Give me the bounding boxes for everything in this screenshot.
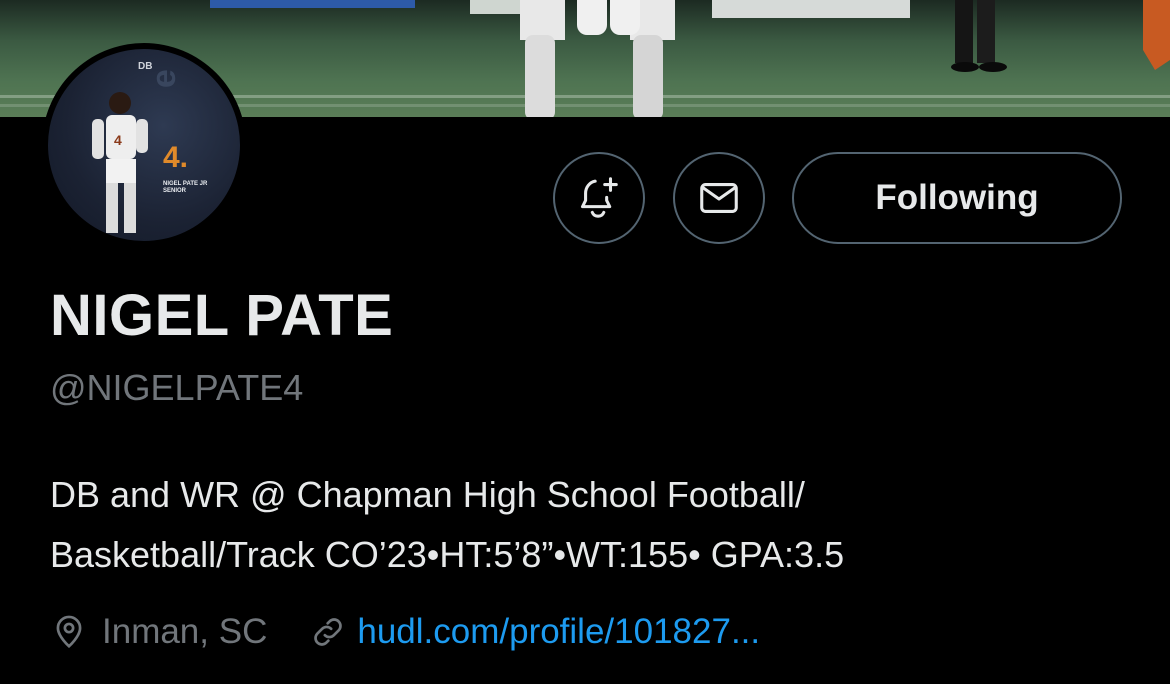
player-figure: [520, 0, 675, 117]
message-button[interactable]: [673, 152, 765, 244]
avatar-caption-class: SENIOR: [163, 188, 187, 194]
banner-board: [210, 0, 415, 8]
profile-avatar[interactable]: ǝ DB 4 4. NIGEL PATE JR SENIOR: [42, 43, 246, 247]
bell-plus-icon: [580, 177, 618, 218]
profile-name: NIGEL PATE: [50, 283, 394, 348]
banner-board: [712, 0, 910, 18]
envelope-icon: [700, 183, 738, 213]
map-pin-icon: [50, 613, 88, 651]
avatar-player: 4: [92, 92, 148, 233]
bio-line: Basketball/Track CO’23•HT:5’8”•WT:155• G…: [50, 534, 845, 575]
avatar-number: 4.: [163, 141, 189, 174]
profile-handle: @NIGELPATE4: [50, 367, 304, 408]
profile-website-link[interactable]: hudl.com/profile/101827...: [357, 612, 760, 652]
profile-location: Inman, SC: [102, 612, 268, 651]
profile-meta: Inman, SC hudl.com/profile/101827...: [50, 608, 760, 656]
banner-object: [1143, 0, 1170, 70]
bio-line: DB and WR @ Chapman High School Football…: [50, 474, 805, 515]
avatar-vertical-text: ǝ: [149, 69, 187, 90]
profile-bio: DB and WR @ Chapman High School Football…: [50, 465, 1130, 585]
following-button[interactable]: Following: [792, 152, 1122, 244]
notifications-button[interactable]: [553, 152, 645, 244]
avatar-caption-name: NIGEL PATE JR: [163, 181, 208, 187]
svg-text:4: 4: [114, 132, 122, 148]
referee-figure: [951, 0, 1007, 72]
link-icon: [309, 613, 347, 651]
avatar-caption: NIGEL PATE JR SENIOR: [163, 181, 233, 195]
avatar-position-badge: DB: [138, 61, 153, 72]
